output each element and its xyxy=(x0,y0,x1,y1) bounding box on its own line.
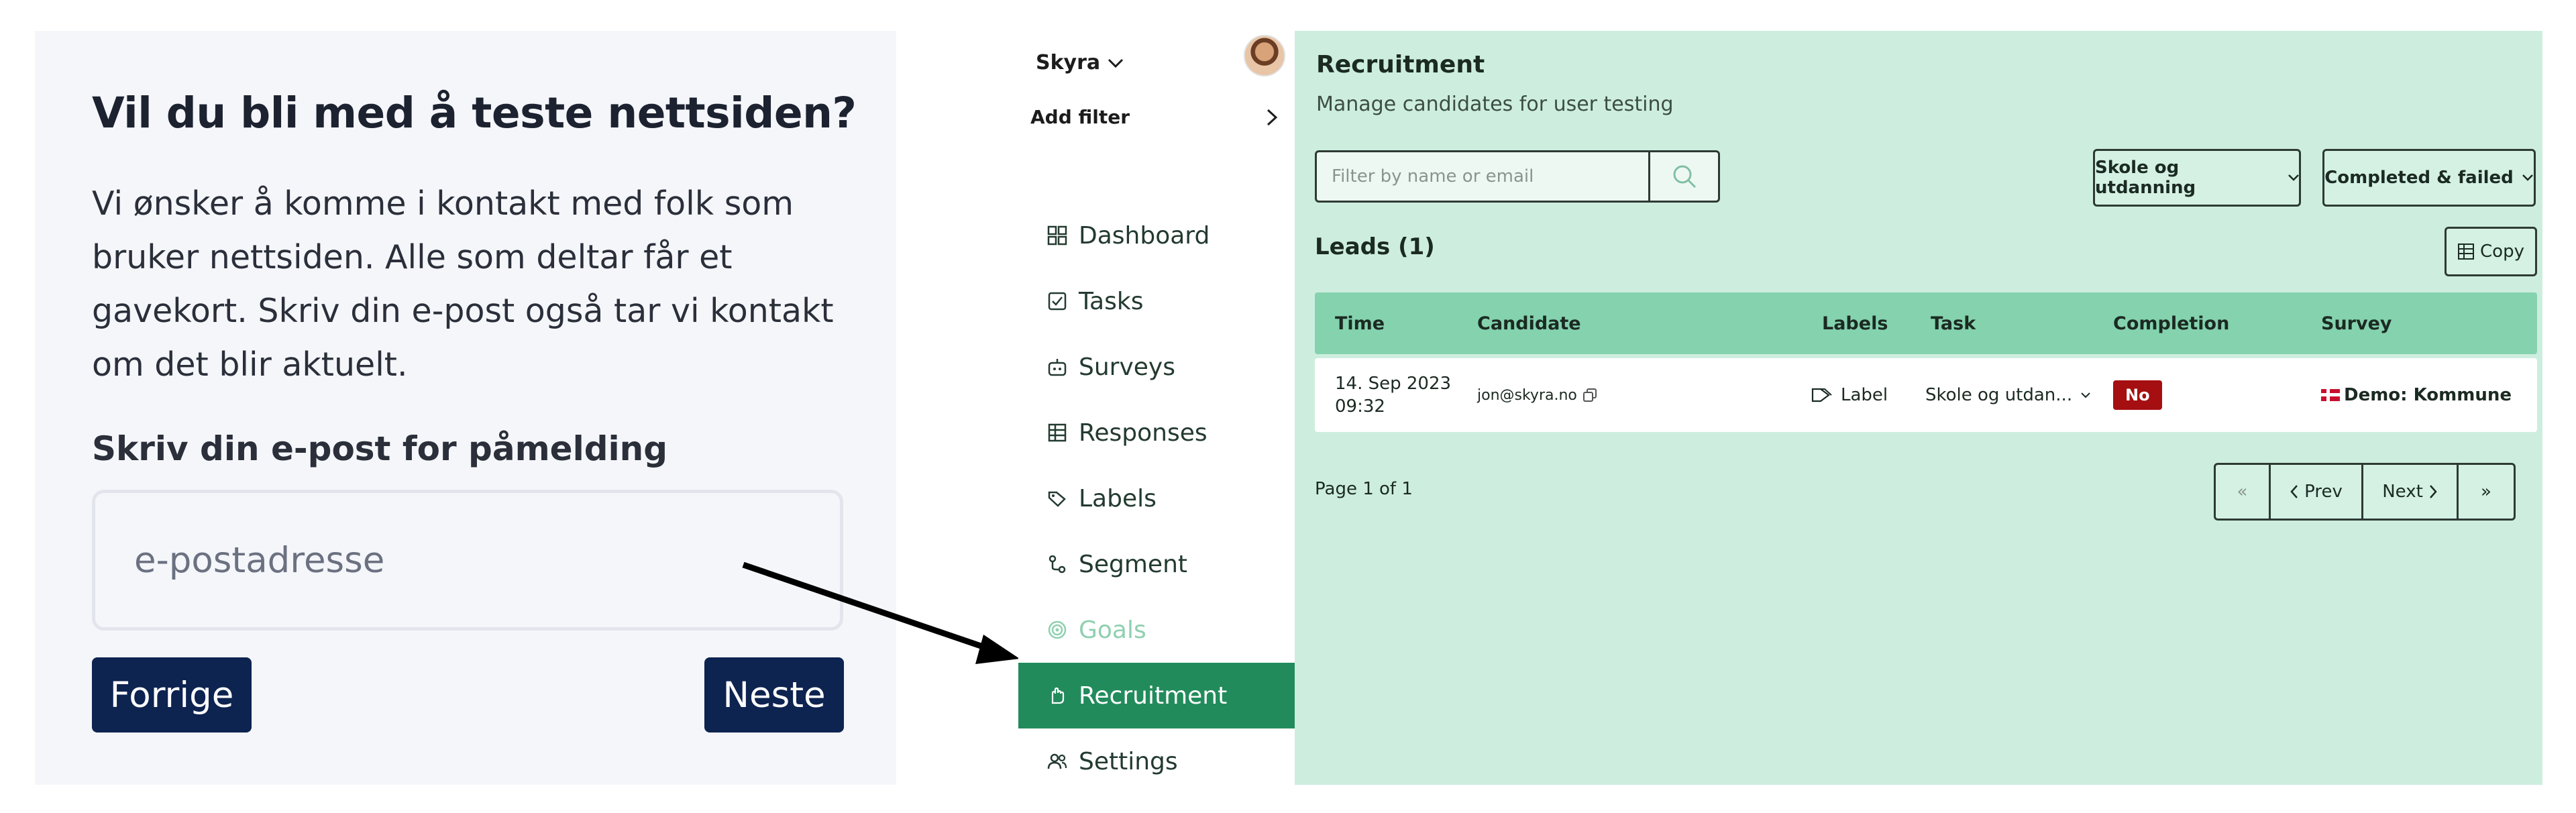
avatar[interactable] xyxy=(1244,35,1285,76)
next-page-button[interactable]: Next xyxy=(2363,465,2459,519)
survey-name: Demo: Kommune xyxy=(2344,385,2512,405)
row-clock: 09:32 xyxy=(1335,396,1385,417)
sidebar-item-label: Segment xyxy=(1079,550,1187,578)
last-page-button[interactable]: » xyxy=(2459,465,2514,519)
pagination: « Prev Next » xyxy=(2214,463,2516,521)
page-title: Recruitment xyxy=(1316,51,1485,78)
column-header-time[interactable]: Time xyxy=(1335,292,1385,354)
prev-page-button[interactable]: Prev xyxy=(2271,465,2363,519)
double-chevron-left-icon: « xyxy=(2237,482,2248,502)
add-filter-label: Add filter xyxy=(1030,106,1130,128)
table-icon xyxy=(2458,243,2475,260)
responses-icon xyxy=(1045,421,1069,445)
sidebar-item-recruitment[interactable]: Recruitment xyxy=(1018,663,1295,728)
column-header-survey[interactable]: Survey xyxy=(2321,292,2392,354)
page-subtitle: Manage candidates for user testing xyxy=(1316,93,1674,116)
sidebar-item-surveys[interactable]: Surveys xyxy=(1018,334,1295,400)
app-window: Skyra Add filter Dashboard Tasks Surveys xyxy=(1018,31,2542,785)
page-indicator: Page 1 of 1 xyxy=(1315,479,1413,499)
status-badge: No xyxy=(2113,380,2162,410)
chevron-right-icon xyxy=(1267,109,1278,125)
sidebar-item-responses[interactable]: Responses xyxy=(1018,400,1295,466)
copy-button[interactable]: Copy xyxy=(2445,227,2537,276)
sidebar-item-label: Tasks xyxy=(1079,287,1144,315)
tasks-icon xyxy=(1045,289,1069,313)
sidebar-nav: Dashboard Tasks Surveys Responses Labels… xyxy=(1018,203,1295,794)
sidebar-item-dashboard[interactable]: Dashboard xyxy=(1018,203,1295,268)
sidebar-item-labels[interactable]: Labels xyxy=(1018,466,1295,531)
workspace-switcher[interactable]: Skyra xyxy=(1036,51,1124,74)
add-filter-row[interactable]: Add filter xyxy=(1030,106,1279,128)
search-input[interactable] xyxy=(1317,152,1648,201)
row-date: 14. Sep 2023 xyxy=(1335,374,1452,394)
recruitment-icon xyxy=(1045,684,1069,708)
task-filter-value: Skole og utdanning xyxy=(2095,158,2196,198)
sidebar-item-label: Goals xyxy=(1079,616,1146,644)
labels-icon xyxy=(1045,486,1069,510)
table-header: Time Candidate Labels Task Completion Su… xyxy=(1315,292,2537,354)
surveys-icon xyxy=(1045,355,1069,379)
chevron-down-icon xyxy=(2081,392,2090,398)
workspace-name: Skyra xyxy=(1036,51,1101,74)
chevron-right-icon xyxy=(2429,485,2437,498)
label-text: Label xyxy=(1841,385,1888,405)
column-header-task[interactable]: Task xyxy=(1931,292,1976,354)
goals-icon xyxy=(1045,618,1069,642)
label-tag-icon xyxy=(1811,388,1832,402)
next-label: Next xyxy=(2382,482,2423,502)
copy-icon[interactable] xyxy=(1582,388,1597,402)
row-task-select[interactable]: Skole og utdan... xyxy=(1925,358,2091,432)
double-chevron-right-icon: » xyxy=(2481,482,2491,502)
sidebar-item-label: Surveys xyxy=(1079,353,1175,381)
sidebar-item-label: Settings xyxy=(1079,747,1178,775)
task-filter-dropdown[interactable]: Skole og utdanning xyxy=(2093,149,2301,207)
candidate-email: jon@skyra.no xyxy=(1477,386,1577,404)
row-completion: No xyxy=(2113,358,2162,432)
sidebar-item-label: Labels xyxy=(1079,484,1157,512)
norway-flag-icon xyxy=(2321,389,2340,401)
sidebar-item-segment[interactable]: Segment xyxy=(1018,531,1295,597)
copy-button-label: Copy xyxy=(2480,241,2524,262)
sidebar-item-label: Responses xyxy=(1079,419,1208,447)
sidebar-item-label: Dashboard xyxy=(1079,221,1210,250)
sidebar-item-settings[interactable]: Settings xyxy=(1018,728,1295,794)
main-content: Recruitment Manage candidates for user t… xyxy=(1295,31,2542,785)
column-header-candidate[interactable]: Candidate xyxy=(1477,292,1581,354)
search-icon xyxy=(1673,165,1696,188)
column-header-completion[interactable]: Completion xyxy=(2113,292,2229,354)
chevron-down-icon xyxy=(2288,174,2299,181)
leads-heading: Leads (1) xyxy=(1315,233,1435,260)
row-time: 14. Sep 2023 09:32 xyxy=(1335,358,1451,432)
table-row[interactable]: 14. Sep 2023 09:32 jon@skyra.no Label Sk… xyxy=(1315,358,2537,432)
status-filter-dropdown[interactable]: Completed & failed xyxy=(2322,149,2536,207)
sidebar-item-label: Recruitment xyxy=(1079,682,1228,710)
first-page-button[interactable]: « xyxy=(2216,465,2271,519)
search-button[interactable] xyxy=(1648,152,1718,201)
prev-label: Prev xyxy=(2304,482,2343,502)
row-labels[interactable]: Label xyxy=(1811,358,1888,432)
search-box xyxy=(1315,150,1720,203)
column-header-labels[interactable]: Labels xyxy=(1822,292,1888,354)
chevron-left-icon xyxy=(2290,485,2298,498)
segment-icon xyxy=(1045,552,1069,576)
row-survey[interactable]: Demo: Kommune xyxy=(2321,358,2512,432)
sidebar: Skyra Add filter Dashboard Tasks Surveys xyxy=(1018,31,1295,785)
settings-icon xyxy=(1045,749,1069,773)
sidebar-item-tasks[interactable]: Tasks xyxy=(1018,268,1295,334)
dashboard-icon xyxy=(1045,223,1069,248)
sidebar-item-goals[interactable]: Goals xyxy=(1018,597,1295,663)
chevron-down-icon xyxy=(2522,174,2533,181)
chevron-down-icon xyxy=(1108,58,1124,68)
task-value: Skole og utdan... xyxy=(1925,385,2073,405)
row-candidate: jon@skyra.no xyxy=(1477,358,1597,432)
status-filter-value: Completed & failed xyxy=(2324,168,2514,188)
